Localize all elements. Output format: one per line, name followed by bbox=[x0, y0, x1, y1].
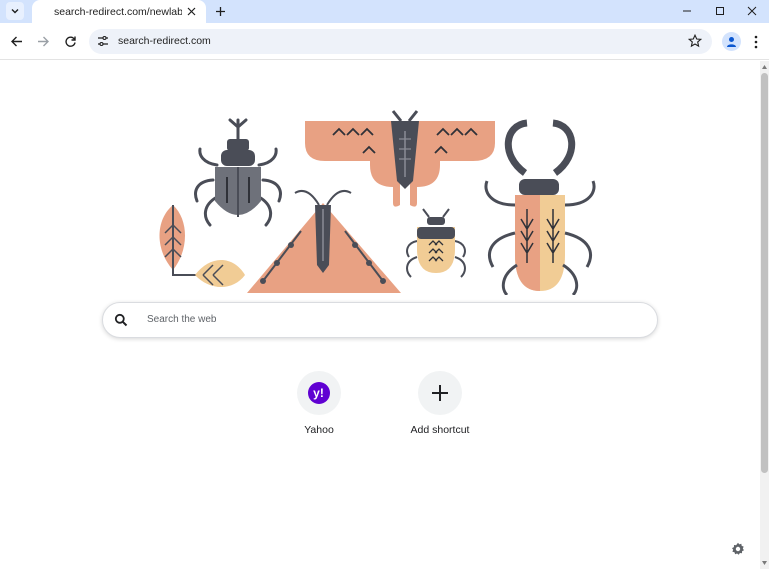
search-input[interactable]: Search the web bbox=[147, 314, 217, 325]
yahoo-icon: y! bbox=[308, 382, 330, 404]
search-icon bbox=[114, 313, 128, 327]
browser-window: search-redirect.com/newlab?ke bbox=[0, 0, 769, 569]
plus-icon bbox=[215, 6, 225, 16]
tab-title: search-redirect.com/newlab?ke bbox=[54, 5, 182, 18]
stag-beetle-illustration bbox=[484, 119, 596, 295]
scroll-down-arrow-icon[interactable] bbox=[761, 559, 768, 567]
scrollbar[interactable] bbox=[760, 61, 769, 569]
plus-icon bbox=[432, 385, 448, 401]
forward-button[interactable] bbox=[33, 31, 53, 51]
bookmark-star-icon[interactable] bbox=[688, 34, 702, 48]
profile-icon bbox=[727, 37, 736, 47]
scrollbar-thumb[interactable] bbox=[761, 73, 768, 473]
shortcut-label: Add shortcut bbox=[410, 424, 470, 436]
active-tab[interactable]: search-redirect.com/newlab?ke bbox=[32, 0, 206, 23]
back-button[interactable] bbox=[6, 31, 26, 51]
new-tab-button[interactable] bbox=[211, 2, 229, 20]
search-box[interactable]: Search the web bbox=[102, 302, 658, 338]
shortcut-tile[interactable] bbox=[418, 371, 462, 415]
minimize-button[interactable] bbox=[670, 0, 704, 21]
tab-search-button[interactable] bbox=[6, 2, 24, 20]
toolbar: search-redirect.com bbox=[0, 23, 769, 60]
arrow-left-icon bbox=[10, 36, 22, 46]
site-info-icon[interactable] bbox=[97, 35, 109, 47]
svg-text:y!: y! bbox=[313, 386, 324, 400]
maximize-icon bbox=[716, 6, 724, 15]
moth-illustration bbox=[305, 110, 495, 207]
close-icon bbox=[187, 7, 196, 16]
browser-menu-button[interactable] bbox=[749, 32, 763, 51]
profile-button[interactable] bbox=[722, 32, 741, 51]
tab-strip: search-redirect.com/newlab?ke bbox=[0, 0, 769, 23]
chevron-down-icon bbox=[11, 9, 19, 14]
maximize-button[interactable] bbox=[703, 0, 737, 21]
small-beetle-illustration bbox=[406, 208, 466, 278]
add-shortcut-button[interactable]: Add shortcut bbox=[395, 371, 485, 441]
close-icon bbox=[747, 6, 757, 15]
new-tab-page: Search the web y! Yahoo Add shortcut bbox=[0, 61, 769, 569]
address-bar[interactable]: search-redirect.com bbox=[89, 29, 712, 54]
tab-close-button[interactable] bbox=[185, 5, 198, 18]
more-vert-icon bbox=[754, 35, 758, 48]
reload-button[interactable] bbox=[60, 31, 80, 51]
reload-icon bbox=[64, 36, 76, 47]
close-window-button[interactable] bbox=[735, 0, 769, 21]
shortcut-tile[interactable]: y! bbox=[297, 371, 341, 415]
minimize-icon bbox=[683, 10, 691, 11]
leaf-illustration bbox=[159, 205, 245, 287]
shortcut-yahoo[interactable]: y! Yahoo bbox=[274, 371, 364, 441]
arrow-right-icon bbox=[37, 36, 49, 46]
scroll-up-arrow-icon[interactable] bbox=[761, 63, 768, 71]
insect-doodle-image bbox=[159, 110, 596, 295]
gear-icon[interactable] bbox=[731, 542, 745, 556]
url-text: search-redirect.com bbox=[118, 35, 211, 47]
shortcut-label: Yahoo bbox=[304, 424, 334, 436]
